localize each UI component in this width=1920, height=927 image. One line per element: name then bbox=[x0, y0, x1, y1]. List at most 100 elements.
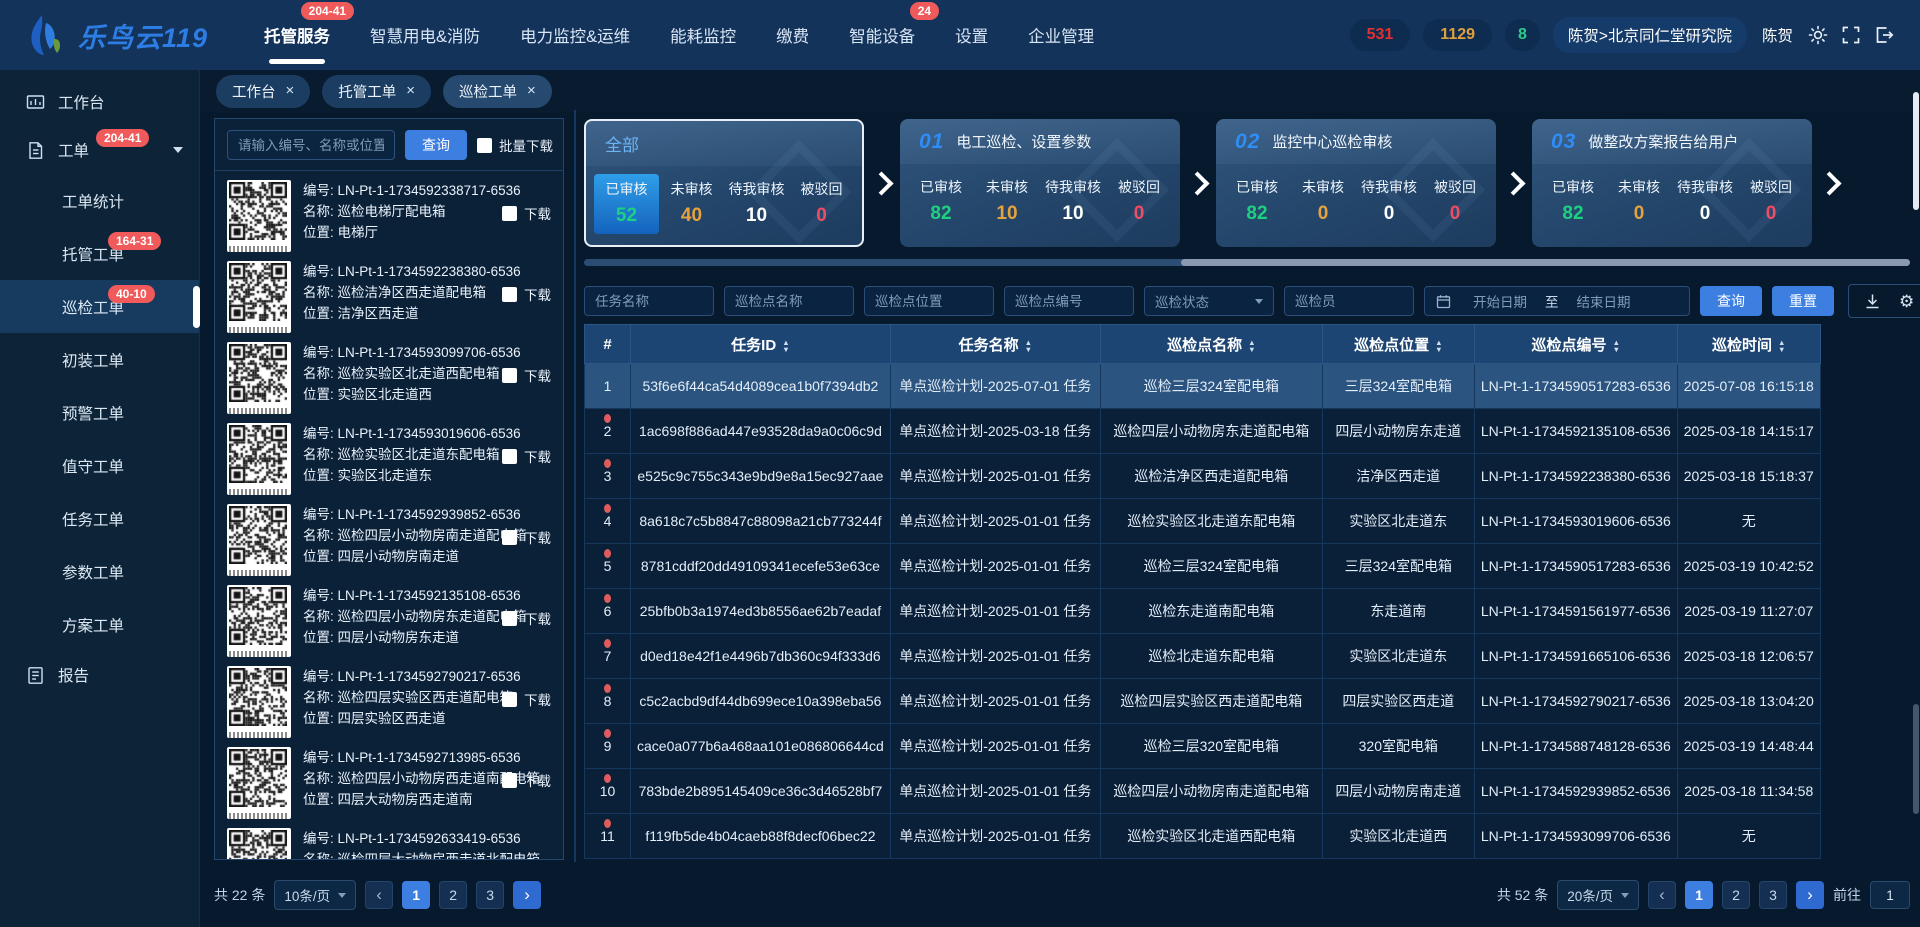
column-header-point-name[interactable]: 巡检点名称▲▼ bbox=[1100, 325, 1322, 364]
checkbox-icon[interactable] bbox=[502, 287, 517, 302]
point-name-input[interactable] bbox=[724, 286, 854, 316]
sidebar-subitem-inspection-orders[interactable]: 巡检工单40-10 bbox=[0, 280, 199, 333]
tab-inspection-orders[interactable]: 巡检工单× bbox=[443, 75, 552, 108]
download-checkbox[interactable]: 下载 bbox=[502, 770, 551, 790]
page-button[interactable]: 2 bbox=[1722, 881, 1750, 909]
download-checkbox[interactable]: 下载 bbox=[502, 203, 551, 223]
table-row[interactable]: 48a618c7c5b8847c88098a21cb773244f单点巡检计划-… bbox=[585, 499, 1821, 544]
nav-item-energy[interactable]: 能耗监控 bbox=[670, 0, 736, 71]
task-name-input[interactable] bbox=[584, 286, 714, 316]
download-checkbox[interactable]: 下载 bbox=[502, 446, 551, 466]
download-checkbox[interactable]: 下载 bbox=[502, 365, 551, 385]
gear-icon[interactable]: ⚙ bbox=[1899, 293, 1914, 310]
sidebar-subitem-param-orders[interactable]: 参数工单 bbox=[0, 545, 199, 598]
stat-approved[interactable]: 已审核52 bbox=[594, 174, 659, 234]
logout-icon[interactable] bbox=[1874, 25, 1894, 45]
checkbox-icon[interactable] bbox=[502, 530, 517, 545]
chevron-right-icon[interactable] bbox=[1501, 171, 1525, 195]
column-header-point-location[interactable]: 巡检点位置▲▼ bbox=[1322, 325, 1474, 364]
info-counter[interactable]: 8 bbox=[1505, 19, 1540, 51]
checkbox-icon[interactable] bbox=[502, 206, 517, 221]
sidebar-item-workbench[interactable]: 工作台 bbox=[0, 78, 199, 126]
org-selector[interactable]: 陈贺>北京同仁堂研究院 bbox=[1553, 17, 1747, 53]
fullscreen-icon[interactable] bbox=[1841, 25, 1861, 45]
chevron-right-icon[interactable] bbox=[869, 171, 893, 195]
checkbox-icon[interactable] bbox=[502, 368, 517, 383]
logo[interactable]: 乐鸟云119 bbox=[26, 13, 208, 57]
table-row[interactable]: 10783bde2b895145409ce36c3d46528bf7单点巡检计划… bbox=[585, 769, 1821, 814]
page-scrollbar-thumb[interactable] bbox=[1913, 92, 1919, 210]
table-row[interactable]: 3e525c9c755c343e9bd9e8a15ec927aae单点巡检计划-… bbox=[585, 454, 1821, 499]
page-button[interactable]: 1 bbox=[402, 881, 430, 909]
point-location-input[interactable] bbox=[864, 286, 994, 316]
sidebar-item-report[interactable]: 报告 bbox=[0, 651, 199, 699]
checkbox-icon[interactable] bbox=[502, 611, 517, 626]
table-row[interactable]: 625bfb0b3a1974ed3b8556ae62b7eadaf单点巡检计划-… bbox=[585, 589, 1821, 634]
download-checkbox[interactable]: 下载 bbox=[502, 608, 551, 628]
next-page-button[interactable]: › bbox=[1796, 881, 1824, 909]
card-step-01[interactable]: 01电工巡检、设置参数 已审核82 未审核10 待我审核10 被驳回0 bbox=[900, 119, 1180, 247]
checkbox-icon[interactable] bbox=[502, 692, 517, 707]
close-icon[interactable]: × bbox=[286, 85, 295, 97]
page-size-select[interactable]: 10条/页 bbox=[274, 880, 356, 910]
scrollbar-thumb[interactable] bbox=[1181, 259, 1910, 266]
download-icon[interactable] bbox=[1864, 293, 1881, 310]
nav-item-hosting[interactable]: 托管服务204-41 bbox=[264, 0, 330, 71]
nav-item-payment[interactable]: 缴费 bbox=[776, 0, 809, 71]
column-header-point-code[interactable]: 巡检点编号▲▼ bbox=[1474, 325, 1677, 364]
table-row[interactable]: 7d0ed18e42f1e4496b7db360c94f333d6单点巡检计划-… bbox=[585, 634, 1821, 679]
table-row[interactable]: 9cace0a077b6a468aa101e086806644cd单点巡检计划-… bbox=[585, 724, 1821, 769]
sort-icon[interactable]: ▲▼ bbox=[1778, 339, 1785, 353]
download-checkbox[interactable]: 下载 bbox=[502, 527, 551, 547]
search-button[interactable]: 查询 bbox=[405, 130, 467, 160]
sidebar-subitem-install-orders[interactable]: 初装工单 bbox=[0, 333, 199, 386]
batch-download-checkbox[interactable]: 批量下载 bbox=[477, 135, 553, 155]
sort-icon[interactable]: ▲▼ bbox=[1435, 339, 1442, 353]
user-name[interactable]: 陈贺 bbox=[1762, 24, 1793, 46]
nav-item-settings[interactable]: 设置 bbox=[955, 0, 988, 71]
sort-icon[interactable]: ▲▼ bbox=[1248, 339, 1255, 353]
card-step-02[interactable]: 02监控中心巡检审核 已审核82 未审核0 待我审核0 被驳回0 bbox=[1216, 119, 1496, 247]
stat-unreviewed[interactable]: 未审核40 bbox=[659, 174, 724, 234]
column-header-task-id[interactable]: 任务ID▲▼ bbox=[631, 325, 891, 364]
point-code-input[interactable] bbox=[1004, 286, 1134, 316]
card-step-03[interactable]: 03做整改方案报告给用户 已审核82 未审核0 待我审核0 被驳回0 bbox=[1532, 119, 1812, 247]
page-button[interactable]: 2 bbox=[439, 881, 467, 909]
sidebar-subitem-duty-orders[interactable]: 值守工单 bbox=[0, 439, 199, 492]
prev-page-button[interactable]: ‹ bbox=[365, 881, 393, 909]
nav-item-power-monitor[interactable]: 电力监控&运维 bbox=[520, 0, 630, 71]
sort-icon[interactable]: ▲▼ bbox=[782, 339, 789, 353]
close-icon[interactable]: × bbox=[527, 85, 536, 97]
query-button[interactable]: 查询 bbox=[1700, 286, 1762, 316]
next-page-button[interactable]: › bbox=[513, 881, 541, 909]
alarm-counter[interactable]: 531 bbox=[1350, 19, 1411, 51]
status-select[interactable]: 巡检状态 bbox=[1144, 286, 1274, 316]
table-row[interactable]: 21ac698f886ad447e93528da9a0c06c9d单点巡检计划-… bbox=[585, 409, 1821, 454]
reset-button[interactable]: 重置 bbox=[1772, 286, 1834, 316]
card-all[interactable]: 全部 已审核52 未审核40 待我审核10 被驳回0 bbox=[584, 119, 864, 247]
page-button[interactable]: 3 bbox=[1759, 881, 1787, 909]
download-checkbox[interactable]: 下载 bbox=[502, 689, 551, 709]
chevron-right-icon[interactable] bbox=[1185, 171, 1209, 195]
chevron-right-icon[interactable] bbox=[1817, 171, 1841, 195]
column-header-time[interactable]: 巡检时间▲▼ bbox=[1677, 325, 1820, 364]
table-row[interactable]: 8c5c2acbd9df44db699ece10a398eba56单点巡检计划-… bbox=[585, 679, 1821, 724]
sidebar-item-workorder[interactable]: 工单 204-41 bbox=[0, 126, 199, 174]
prev-page-button[interactable]: ‹ bbox=[1648, 881, 1676, 909]
stat-rejected[interactable]: 被驳回0 bbox=[789, 174, 854, 234]
goto-page-input[interactable] bbox=[1870, 881, 1910, 909]
sidebar-subitem-warning-orders[interactable]: 预警工单 bbox=[0, 386, 199, 439]
stat-pending-me[interactable]: 待我审核10 bbox=[724, 174, 789, 234]
warning-counter[interactable]: 1129 bbox=[1423, 19, 1492, 51]
table-row[interactable]: 11f119fb5de4b04caeb88f8decf06bec22单点巡检计划… bbox=[585, 814, 1821, 859]
theme-icon[interactable] bbox=[1808, 25, 1828, 45]
sidebar-subitem-hosting-orders[interactable]: 托管工单164-31 bbox=[0, 227, 199, 280]
close-icon[interactable]: × bbox=[406, 85, 415, 97]
nav-item-smart-power-fire[interactable]: 智慧用电&消防 bbox=[370, 0, 480, 71]
checkbox-icon[interactable] bbox=[502, 773, 517, 788]
cards-horizontal-scrollbar[interactable] bbox=[584, 259, 1910, 266]
sidebar-subitem-plan-orders[interactable]: 方案工单 bbox=[0, 598, 199, 651]
sort-icon[interactable]: ▲▼ bbox=[1613, 339, 1620, 353]
tab-workbench[interactable]: 工作台× bbox=[216, 75, 310, 108]
column-header-task-name[interactable]: 任务名称▲▼ bbox=[890, 325, 1100, 364]
